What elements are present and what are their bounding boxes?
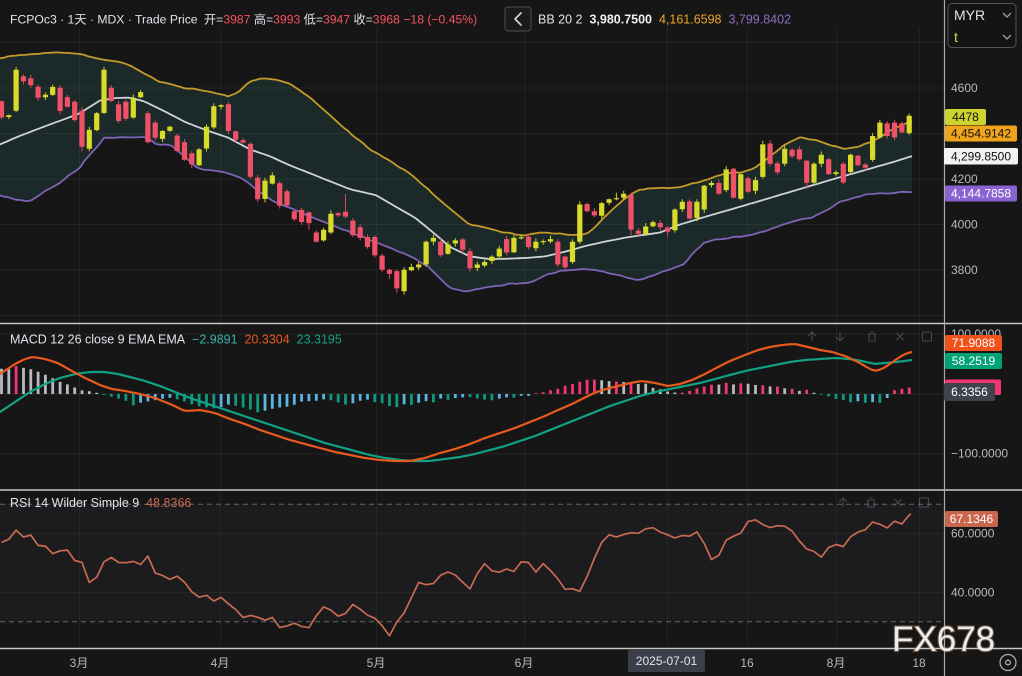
svg-text:BB 20 2 3,980.7500 4,161.659: BB 20 2 3,980.7500 4,161.6598 3,799.8402	[538, 13, 791, 27]
svg-text:4,454.9142: 4,454.9142	[951, 127, 1011, 141]
svg-text:58.2519: 58.2519	[952, 354, 996, 368]
svg-text:4200: 4200	[951, 172, 978, 186]
svg-text:40.0000: 40.0000	[951, 585, 995, 599]
svg-text:−100.0000: −100.0000	[951, 447, 1008, 461]
svg-text:3800: 3800	[951, 263, 978, 277]
svg-text:开=3987 高=3993 低=3947 收=3968 −1: 开=3987 高=3993 低=3947 收=3968 −18 (−0.45%)	[204, 12, 477, 27]
svg-text:60.0000: 60.0000	[951, 527, 995, 541]
svg-text:2025-07-01: 2025-07-01	[636, 654, 698, 668]
svg-text:6月: 6月	[515, 656, 534, 670]
svg-text:4月: 4月	[211, 656, 230, 670]
svg-text:67.1346: 67.1346	[950, 512, 994, 526]
svg-text:MYR: MYR	[954, 7, 985, 23]
svg-text:4,299.8500: 4,299.8500	[951, 149, 1011, 163]
svg-text:4600: 4600	[951, 81, 978, 95]
svg-text:16: 16	[740, 656, 754, 670]
svg-text:RSI 14 Wilder Simple 9 48.836: RSI 14 Wilder Simple 9 48.8366	[10, 496, 191, 510]
svg-text:4478: 4478	[952, 110, 979, 124]
svg-text:t: t	[954, 29, 958, 45]
svg-text:5月: 5月	[367, 656, 386, 670]
svg-text:8月: 8月	[827, 656, 846, 670]
svg-text:FCPOc3 · 1天 · MDX · Trade Pric: FCPOc3 · 1天 · MDX · Trade Price	[10, 13, 198, 27]
svg-text:FX678: FX678	[892, 620, 995, 659]
svg-text:71.9088: 71.9088	[952, 336, 996, 350]
svg-text:6.3356: 6.3356	[951, 385, 988, 399]
svg-text:3月: 3月	[70, 656, 89, 670]
svg-text:4000: 4000	[951, 218, 978, 232]
svg-text:4,144.7858: 4,144.7858	[951, 187, 1011, 201]
svg-text:MACD 12 26 close 9 EMA EMA −2: MACD 12 26 close 9 EMA EMA −2.9891 20.33…	[10, 333, 342, 347]
